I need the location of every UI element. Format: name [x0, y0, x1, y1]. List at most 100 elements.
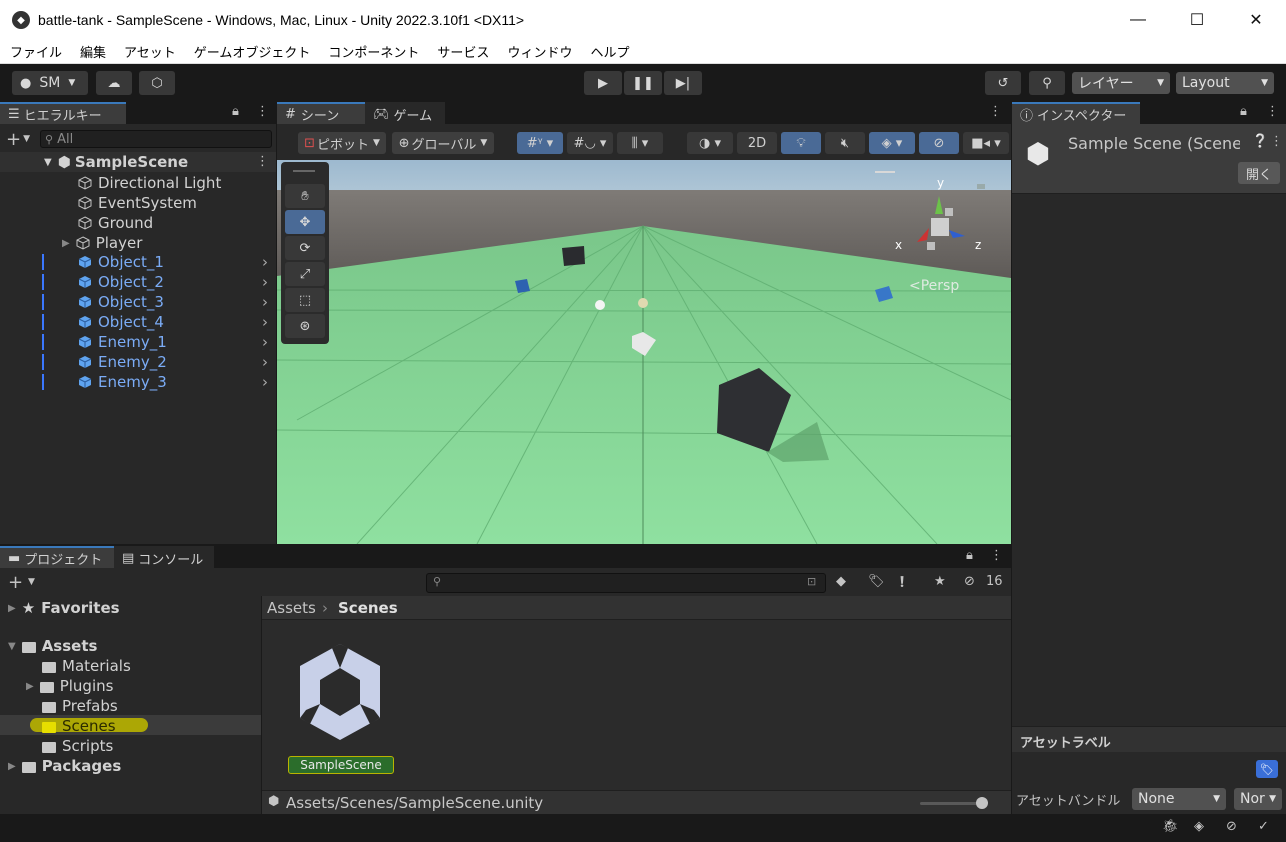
- folder-row[interactable]: Prefabs: [42, 696, 118, 716]
- hand-tool-button[interactable]: ✋︎: [285, 184, 325, 208]
- chevron-right-icon[interactable]: ›: [262, 353, 268, 371]
- asset-bundle-dropdown[interactable]: None ▼: [1132, 788, 1226, 810]
- chevron-right-icon[interactable]: ›: [262, 333, 268, 351]
- lighting-toggle[interactable]: 💡︎: [781, 132, 821, 154]
- tab-inspector[interactable]: ⓘ インスペクター: [1012, 102, 1140, 124]
- more-options-icon[interactable]: ⋮: [1270, 134, 1283, 149]
- rotate-tool-button[interactable]: ⟳: [285, 236, 325, 260]
- tag-icon[interactable]: 🏷︎: [1256, 760, 1278, 778]
- list-item[interactable]: ▶ Player: [0, 233, 276, 253]
- minimize-icon[interactable]: —: [1123, 8, 1153, 32]
- more-options-icon[interactable]: ⋮: [990, 548, 1003, 563]
- add-icon[interactable]: +: [8, 572, 23, 593]
- menu-edit[interactable]: 編集: [80, 42, 106, 61]
- transform-tool-button[interactable]: ⊛: [285, 314, 325, 338]
- chevron-right-icon[interactable]: ›: [262, 373, 268, 391]
- expand-arrow-icon[interactable]: ▼: [44, 157, 52, 168]
- zoom-slider-track[interactable]: [920, 802, 984, 805]
- perspective-label[interactable]: <Persp: [909, 278, 959, 294]
- hidden-packages-icon[interactable]: ⊘: [964, 574, 975, 589]
- open-button[interactable]: 開く: [1238, 162, 1280, 184]
- maximize-icon[interactable]: ☐: [1182, 8, 1212, 32]
- search-options-icon[interactable]: ⊡: [807, 575, 816, 588]
- drag-handle-icon[interactable]: [293, 170, 315, 172]
- chevron-right-icon[interactable]: ›: [262, 293, 268, 311]
- layers-dropdown[interactable]: レイヤー ▼: [1072, 72, 1170, 94]
- breadcrumb-assets[interactable]: Assets: [267, 599, 316, 617]
- more-options-icon[interactable]: ⋮: [256, 154, 269, 169]
- collab-button[interactable]: ⬡: [139, 71, 175, 95]
- cache-icon[interactable]: ◈: [1194, 819, 1204, 834]
- effects-button[interactable]: ◈ ▾: [869, 132, 915, 154]
- chevron-right-icon[interactable]: ›: [262, 313, 268, 331]
- snap-increment-button[interactable]: #◡ ▾: [567, 132, 613, 154]
- menu-services[interactable]: サービス: [437, 42, 489, 61]
- search-button[interactable]: ⚲: [1029, 71, 1065, 95]
- menu-component[interactable]: コンポーネント: [328, 42, 419, 61]
- tab-scene[interactable]: # シーン: [277, 102, 365, 124]
- folder-row[interactable]: Materials: [42, 656, 131, 676]
- list-item[interactable]: Enemy_2 ›: [0, 352, 276, 372]
- list-item[interactable]: Object_3 ›: [0, 292, 276, 312]
- history-button[interactable]: ↺: [985, 71, 1021, 95]
- draw-mode-button[interactable]: ◑ ▾: [687, 132, 733, 154]
- list-item[interactable]: Ground: [0, 213, 276, 233]
- folder-row[interactable]: Scripts: [42, 736, 113, 756]
- favorites-row[interactable]: ▶ ★ Favorites: [8, 598, 120, 618]
- filter-label-icon[interactable]: 🏷︎: [868, 574, 885, 589]
- lock-icon[interactable]: 🔒︎: [966, 548, 973, 563]
- account-button[interactable]: ● SM ▼: [12, 71, 88, 95]
- pivot-dropdown[interactable]: ⊡ ピボット ▼: [298, 132, 386, 154]
- asset-name[interactable]: SampleScene: [288, 756, 394, 774]
- audio-toggle[interactable]: 🔇︎: [825, 132, 865, 154]
- menu-assets[interactable]: アセット: [124, 42, 176, 61]
- breadcrumb-scenes[interactable]: Scenes: [338, 599, 398, 617]
- folder-row-selected[interactable]: Scenes: [42, 716, 116, 736]
- list-item[interactable]: EventSystem: [0, 193, 276, 213]
- debug-icon[interactable]: 🐞︎: [1162, 819, 1179, 834]
- pause-button[interactable]: ❚❚: [624, 71, 662, 95]
- step-button[interactable]: ▶|: [664, 71, 702, 95]
- global-dropdown[interactable]: ⊕ グローバル ▼: [392, 132, 494, 154]
- play-button[interactable]: ▶: [584, 71, 622, 95]
- warning-filter-icon[interactable]: ❗︎: [900, 573, 904, 591]
- list-item[interactable]: Object_2 ›: [0, 272, 276, 292]
- menu-window[interactable]: ウィンドウ: [507, 42, 572, 61]
- list-item[interactable]: Directional Light: [0, 173, 276, 193]
- auto-generate-icon[interactable]: ⊘: [1226, 819, 1237, 834]
- chevron-right-icon[interactable]: ›: [262, 253, 268, 271]
- asset-variant-dropdown[interactable]: Nor ▼: [1234, 788, 1282, 810]
- orientation-gizmo[interactable]: y x z: [873, 166, 993, 276]
- list-item[interactable]: Object_1 ›: [0, 252, 276, 272]
- grid-snap-button[interactable]: #ᵞ ▾: [517, 132, 563, 154]
- folder-row[interactable]: ▶ Plugins: [26, 676, 113, 696]
- lock-icon[interactable]: 🔒︎: [1240, 104, 1247, 119]
- add-icon[interactable]: +: [6, 129, 21, 150]
- chevron-down-icon[interactable]: ▼: [23, 134, 30, 144]
- chevron-right-icon[interactable]: ›: [262, 273, 268, 291]
- visibility-toggle[interactable]: ⊘: [919, 132, 959, 154]
- assets-row[interactable]: ▼ Assets: [8, 636, 97, 656]
- hierarchy-search-input[interactable]: ⚲ All: [40, 130, 272, 148]
- cloud-button[interactable]: ☁: [96, 71, 132, 95]
- tab-project[interactable]: ▬ プロジェクト: [0, 546, 114, 568]
- asset-tile[interactable]: [292, 638, 388, 748]
- scene-row[interactable]: ▼ ⬢ SampleScene ⋮: [0, 152, 276, 172]
- chevron-down-icon[interactable]: ▼: [28, 577, 35, 587]
- camera-button[interactable]: ■◂ ▾: [963, 132, 1009, 154]
- list-item[interactable]: Enemy_1 ›: [0, 332, 276, 352]
- more-options-icon[interactable]: ⋮: [1266, 104, 1279, 119]
- scene-viewport[interactable]: ✋︎ ✥ ⟳ ⤢ ⬚ ⊛ y x z <Persp: [277, 160, 1011, 544]
- check-icon[interactable]: ✓: [1258, 819, 1269, 834]
- 2d-toggle[interactable]: 2D: [737, 132, 777, 154]
- zoom-slider-thumb[interactable]: [976, 797, 988, 809]
- more-options-icon[interactable]: ⋮: [256, 104, 269, 119]
- packages-row[interactable]: ▶ Packages: [8, 756, 121, 776]
- list-item[interactable]: Enemy_3 ›: [0, 372, 276, 392]
- star-icon[interactable]: ★: [934, 574, 946, 589]
- rect-tool-button[interactable]: ⬚: [285, 288, 325, 312]
- help-icon[interactable]: ❔: [1252, 134, 1268, 149]
- list-item[interactable]: Object_4 ›: [0, 312, 276, 332]
- ruler-button[interactable]: ⫼ ▾: [617, 132, 663, 154]
- filter-type-icon[interactable]: ◆: [836, 574, 846, 589]
